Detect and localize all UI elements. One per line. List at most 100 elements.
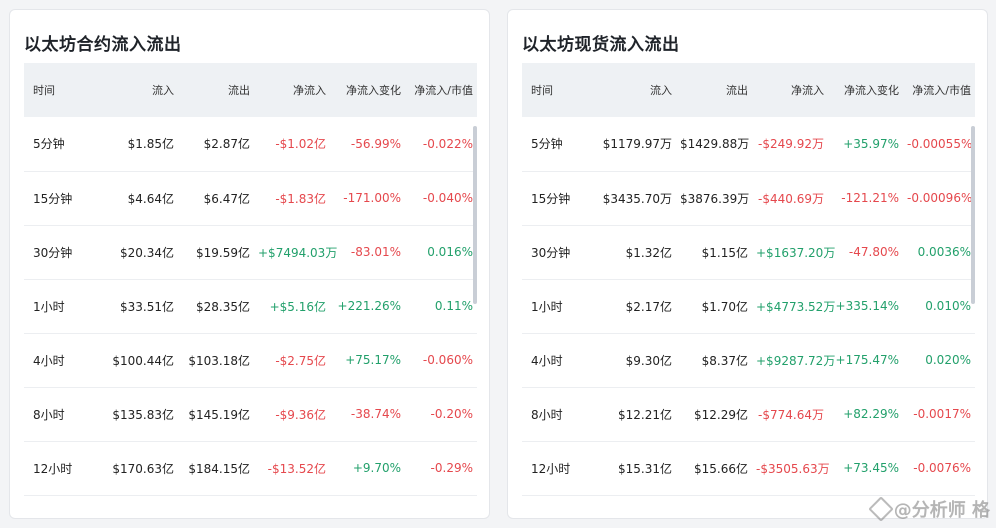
- cell-outflow: $3876.39万: [680, 191, 750, 206]
- table-row: 15分钟 $4.64亿 $6.47亿 -$1.83亿 -171.00% -0.040%: [24, 171, 477, 225]
- cell-outflow: $2.87亿: [203, 137, 250, 152]
- table-row: 15分钟 $3435.70万 $3876.39万 -$440.69万 -121.21% -…: [522, 171, 975, 225]
- cell-net-change: -38.74%: [350, 407, 401, 421]
- cell-net-market-cap: -0.040%: [422, 191, 473, 205]
- table-row: 5分钟 $1.85亿 $2.87亿 -$1.02亿 -56.99% -0.022%: [24, 117, 477, 171]
- cell-net-market-cap: -0.022%: [422, 136, 473, 151]
- cell-net-inflow: -$2.75亿: [275, 353, 326, 368]
- cell-net-inflow: +$1637.20万: [756, 245, 836, 260]
- cell-time: 4小时: [531, 353, 563, 368]
- cell-net-market-cap: 0.020%: [925, 353, 971, 367]
- cell-inflow: $1.32亿: [625, 245, 672, 260]
- cell-time: 8小时: [33, 407, 65, 422]
- cell-inflow: $1179.97万: [602, 137, 672, 152]
- flow-table: 时间 流入 流出 净流入 净流入变化 净流入/市值 5分钟 $1179.97万 $1…: [522, 63, 975, 496]
- cell-outflow: $15.66亿: [694, 461, 748, 476]
- table-row: 12小时 $170.63亿 $184.15亿 -$13.52亿 +9.70% -0.29%: [24, 441, 477, 495]
- cell-net-change: -171.00%: [343, 191, 401, 205]
- spot-flow-panel: 以太坊现货流入流出 时间 流入 流出 净流入 净流入变化 净流入/市值 5分钟 $…: [507, 9, 988, 519]
- cell-net-inflow: -$1.83亿: [275, 191, 326, 206]
- cell-time: 8小时: [531, 407, 563, 422]
- column-header-net-change[interactable]: 净流入变化: [828, 63, 903, 117]
- cell-net-market-cap: 0.0036%: [917, 245, 971, 259]
- table-row: 8小时 $12.21亿 $12.29亿 -$774.64万 +82.29% -0.0017…: [522, 387, 975, 441]
- cell-net-inflow: -$249.92万: [758, 137, 824, 152]
- table-row: 5分钟 $1179.97万 $1429.88万 -$249.92万 +35.97% -0.…: [522, 117, 975, 171]
- cell-net-change: -83.01%: [350, 245, 401, 259]
- cell-time: 1小时: [531, 299, 563, 314]
- watermark: @分析师 格: [867, 496, 990, 522]
- column-header-outflow[interactable]: 流出: [676, 63, 752, 117]
- column-header-inflow[interactable]: 流入: [96, 63, 178, 117]
- column-header-time[interactable]: 时间: [522, 63, 594, 117]
- cell-net-change: -121.21%: [841, 191, 899, 205]
- cell-net-change: +175.47%: [835, 353, 899, 367]
- cell-net-market-cap: -0.00055%: [907, 136, 973, 151]
- table-row: 1小时 $2.17亿 $1.70亿 +$4773.52万 +335.14% 0.010%: [522, 279, 975, 333]
- cell-time: 4小时: [33, 353, 65, 368]
- cell-inflow: $4.64亿: [127, 191, 174, 206]
- cell-inflow: $170.63亿: [112, 461, 174, 476]
- column-header-time[interactable]: 时间: [24, 63, 96, 117]
- logo-icon: [867, 496, 894, 522]
- column-header-net-inflow[interactable]: 净流入: [752, 63, 828, 117]
- cell-time: 1小时: [33, 299, 65, 314]
- watermark-text: @分析师 格: [893, 500, 990, 521]
- cell-net-change: +335.14%: [835, 299, 899, 313]
- cell-outflow: $28.35亿: [196, 299, 250, 314]
- table-row: 4小时 $9.30亿 $8.37亿 +$9287.72万 +175.47% 0.020%: [522, 333, 975, 387]
- cell-net-change: +9.70%: [352, 461, 401, 475]
- cell-inflow: $12.21亿: [618, 407, 672, 422]
- cell-net-change: +82.29%: [843, 407, 899, 421]
- table-scroll-area[interactable]: 时间 流入 流出 净流入 净流入变化 净流入/市值 5分钟 $1.85亿 $2.87…: [24, 63, 477, 518]
- cell-net-market-cap: -0.0017%: [913, 407, 971, 421]
- cell-time: 5分钟: [33, 137, 65, 152]
- cell-outflow: $6.47亿: [203, 191, 250, 206]
- table-row: 8小时 $135.83亿 $145.19亿 -$9.36亿 -38.74% -0.20%: [24, 387, 477, 441]
- column-header-inflow[interactable]: 流入: [594, 63, 676, 117]
- cell-net-market-cap: -0.0076%: [913, 461, 971, 475]
- cell-inflow: $1.85亿: [127, 137, 174, 152]
- table-row: 12小时 $15.31亿 $15.66亿 -$3505.63万 +73.45% -0.00…: [522, 441, 975, 495]
- cell-net-inflow: -$774.64万: [758, 407, 824, 422]
- column-header-net-change[interactable]: 净流入变化: [330, 63, 405, 117]
- cell-outflow: $1.70亿: [701, 299, 748, 314]
- table-body: 5分钟 $1179.97万 $1429.88万 -$249.92万 +35.97% -0.…: [522, 117, 975, 495]
- cell-outflow: $1.15亿: [701, 245, 748, 260]
- cell-inflow: $2.17亿: [625, 299, 672, 314]
- column-header-outflow[interactable]: 流出: [178, 63, 254, 117]
- cell-outflow: $12.29亿: [694, 407, 748, 422]
- column-header-net-market-cap[interactable]: 净流入/市值: [405, 63, 477, 117]
- cell-net-change: +75.17%: [345, 353, 401, 367]
- table-row: 4小时 $100.44亿 $103.18亿 -$2.75亿 +75.17% -0.060%: [24, 333, 477, 387]
- cell-net-inflow: +$7494.03万: [258, 245, 338, 260]
- scrollbar-thumb[interactable]: [473, 126, 477, 304]
- table-row: 30分钟 $20.34亿 $19.59亿 +$7494.03万 -83.01% 0.016…: [24, 225, 477, 279]
- table-header-row: 时间 流入 流出 净流入 净流入变化 净流入/市值: [24, 63, 477, 117]
- cell-outflow: $184.15亿: [188, 461, 250, 476]
- cell-net-inflow: -$13.52亿: [267, 461, 326, 476]
- cell-net-market-cap: -0.20%: [430, 407, 473, 421]
- cell-inflow: $33.51亿: [120, 299, 174, 314]
- flow-table: 时间 流入 流出 净流入 净流入变化 净流入/市值 5分钟 $1.85亿 $2.87…: [24, 63, 477, 496]
- cell-outflow: $1429.88万: [680, 137, 750, 152]
- cell-net-inflow: -$440.69万: [758, 191, 824, 206]
- cell-net-change: -47.80%: [848, 245, 899, 259]
- cell-time: 15分钟: [33, 191, 73, 206]
- cell-inflow: $3435.70万: [602, 191, 672, 206]
- cell-net-market-cap: 0.11%: [434, 299, 473, 313]
- column-header-net-market-cap[interactable]: 净流入/市值: [903, 63, 975, 117]
- cell-time: 5分钟: [531, 137, 563, 152]
- cell-net-inflow: +$9287.72万: [756, 353, 836, 368]
- cell-net-change: +221.26%: [337, 299, 401, 313]
- cell-inflow: $15.31亿: [618, 461, 672, 476]
- scrollbar-thumb[interactable]: [971, 126, 975, 304]
- panel-title: 以太坊合约流入流出: [24, 35, 182, 55]
- cell-net-market-cap: 0.010%: [925, 299, 971, 313]
- cell-outflow: $8.37亿: [701, 353, 748, 368]
- cell-net-inflow: -$3505.63万: [756, 461, 830, 476]
- column-header-net-inflow[interactable]: 净流入: [254, 63, 330, 117]
- cell-time: 30分钟: [33, 245, 73, 260]
- table-scroll-area[interactable]: 时间 流入 流出 净流入 净流入变化 净流入/市值 5分钟 $1179.97万 $1…: [522, 63, 975, 518]
- cell-net-inflow: -$1.02亿: [275, 137, 326, 152]
